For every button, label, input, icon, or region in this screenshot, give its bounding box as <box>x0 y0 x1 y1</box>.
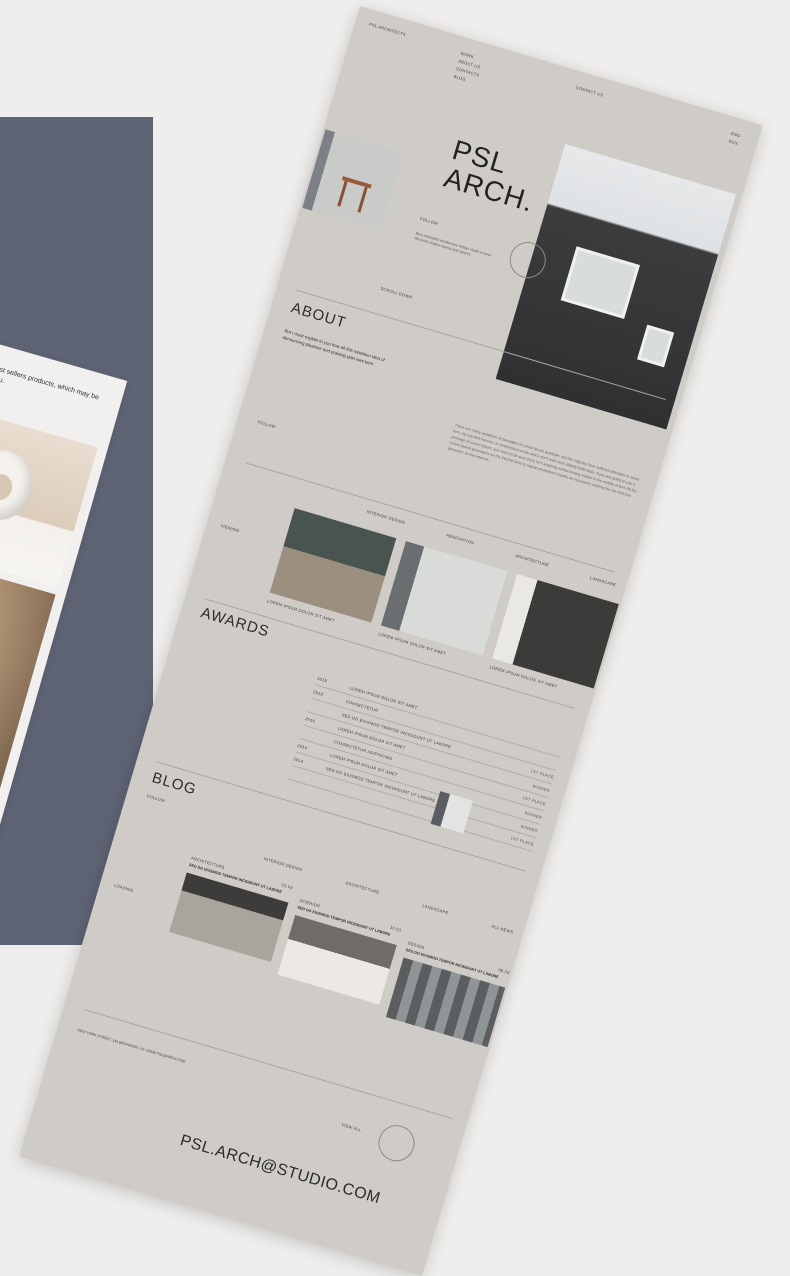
hero-description: Best minimalist architecture design stud… <box>413 231 493 258</box>
blog-date: 12.03 <box>281 882 294 891</box>
blog-heading: BLOG <box>149 769 199 799</box>
scroll-down-label[interactable]: SCROLL DOWN <box>380 286 413 300</box>
language-switcher: ENG RUS <box>728 131 741 146</box>
contact-us-link[interactable]: CONTACT US <box>575 85 604 98</box>
blog-filter-architecture[interactable]: ARCHITECTURE <box>345 880 380 895</box>
blog-card[interactable]: INTERIOR 10.03 SED DO EIUSMOD TEMPOR INC… <box>277 898 402 1005</box>
about-body-text: There are many variations of passages of… <box>447 423 640 499</box>
house-window <box>560 246 640 319</box>
view-all-link[interactable]: VIEW ALL <box>341 1122 362 1133</box>
blog-date: 10.03 <box>389 924 402 933</box>
blog-card[interactable]: DESIGN 08.03 SED DO EIUSMOD TEMPOR INCID… <box>385 940 511 1048</box>
award-place <box>531 741 562 750</box>
about-lead-text: But I must explain to you how all this m… <box>282 328 386 367</box>
about-heading: ABOUT <box>289 299 349 332</box>
house-window <box>637 324 675 368</box>
section-divider <box>83 1008 453 1120</box>
blog-filter-interior-design[interactable]: INTERIOR DESIGN <box>263 856 303 872</box>
about-follow-link[interactable]: FOLLOW <box>257 419 276 429</box>
footer-address: NEW YORK STREET, 145 BROADWAY, NY 10006 … <box>76 1028 186 1064</box>
hero-follow-link[interactable]: FOLLOW <box>419 216 438 226</box>
filter-renovation[interactable]: RENOVATION <box>446 532 475 545</box>
blog-date: 08.03 <box>497 967 511 976</box>
filter-interior-design[interactable]: INTERIOR DESIGN <box>366 509 406 525</box>
table-shape <box>341 176 372 189</box>
filter-architecture[interactable]: ARCHITECTURE <box>515 553 550 568</box>
main-nav: WORK ABOUT US CONTACTS BLOG <box>453 51 484 86</box>
award-year <box>290 772 323 782</box>
blog-follow-link[interactable]: FOLLOW <box>146 793 165 803</box>
hero-table-photo <box>302 129 405 232</box>
award-year <box>309 705 342 715</box>
award-place <box>527 755 558 764</box>
project-card[interactable]: LOREM IPSUM DOLOR SIT AMET <box>489 574 619 699</box>
blog-card[interactable]: ARCHITECTURE 12.03 SED DO EIUSMOD TEMPOR… <box>169 855 294 963</box>
scroll-down-text: SCROLL DOWN <box>380 285 414 300</box>
lang-rus[interactable]: RUS <box>728 138 739 146</box>
award-year <box>301 732 334 742</box>
view-all-circle-button[interactable] <box>374 1120 419 1166</box>
blog-filter-all-news[interactable]: ALL NEWS <box>491 923 514 934</box>
viewing-label: VIEWING <box>220 522 241 534</box>
vase-shape <box>0 442 42 528</box>
lang-eng[interactable]: ENG <box>730 131 741 139</box>
hero-title: PSL ARCH. <box>441 134 546 218</box>
loading-label: LOADING <box>113 882 135 894</box>
awards-heading: AWARDS <box>198 604 272 641</box>
brand-logo[interactable]: PSL ARCHITECTS <box>369 21 407 37</box>
filter-landscape[interactable]: LANDSCAPE <box>590 575 617 587</box>
blog-filter-landscape[interactable]: LANDSCAPE <box>422 903 449 915</box>
project-card[interactable]: LOREM IPSUM DOLOR SIT AMET <box>267 508 397 633</box>
project-card[interactable]: LOREM IPSUM DOLOR SIT AMET <box>378 541 508 666</box>
footer-email-link[interactable]: PSL.ARCH@STUDIO.COM <box>178 1132 382 1208</box>
awards-list: 2019 LOREM IPSUM DOLOR SIT AMET 2018 CON… <box>287 671 564 852</box>
